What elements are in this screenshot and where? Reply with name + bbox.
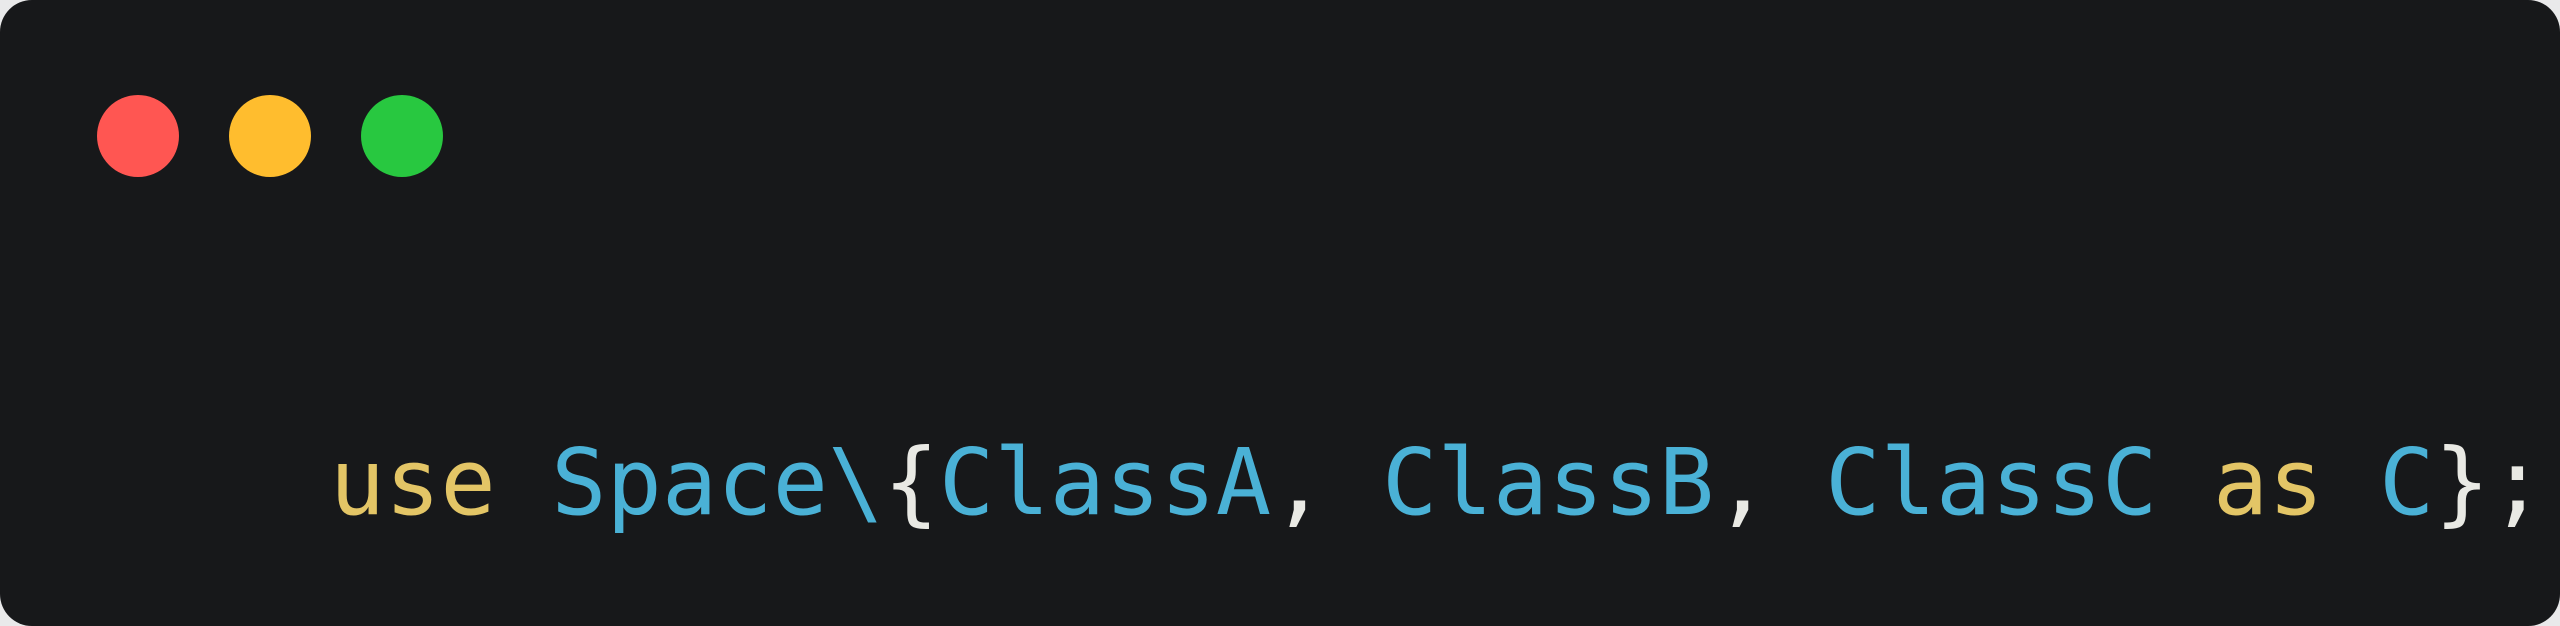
minimize-button[interactable] [229, 95, 311, 177]
class-c: ClassC [1825, 429, 2158, 536]
code-window: use Space\{ClassA, ClassB, ClassC as C}; [0, 0, 2560, 626]
class-b: ClassB [1381, 429, 1715, 536]
alias-c: C [2379, 429, 2435, 536]
code-line: use Space\{ClassA, ClassB, ClassC as C}; [108, 345, 2546, 621]
window-controls [97, 95, 443, 177]
zoom-button[interactable] [361, 95, 443, 177]
namespace-separator: \ [828, 429, 884, 536]
close-brace-semicolon: }; [2434, 429, 2546, 536]
class-a: ClassA [938, 429, 1272, 536]
close-button[interactable] [97, 95, 179, 177]
comma-1: , [1271, 429, 1382, 536]
keyword-use: use [329, 429, 496, 536]
open-brace: { [883, 429, 939, 536]
namespace-space: Space [551, 429, 829, 536]
keyword-as: as [2212, 429, 2324, 536]
comma-2: , [1714, 429, 1826, 536]
